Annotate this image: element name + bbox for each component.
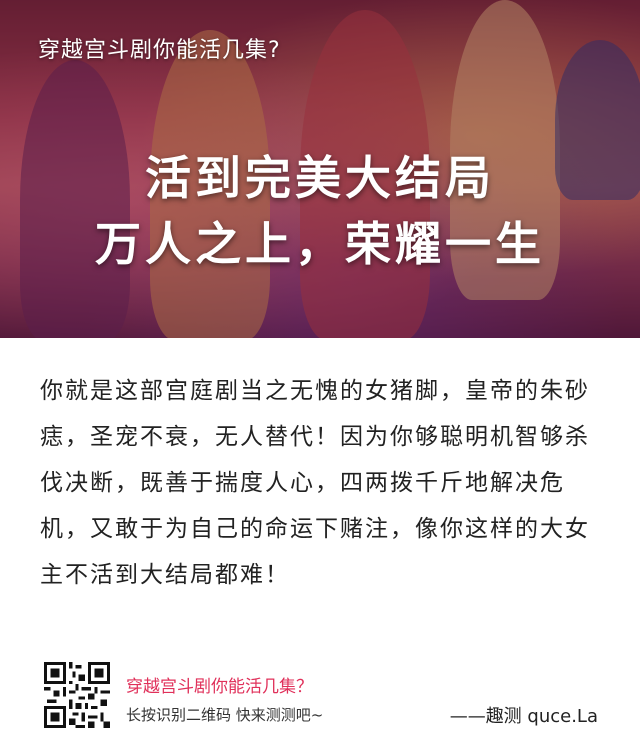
footer: 穿越宫斗剧你能活几集？ 长按识别二维码 快来测测吧~ ——趣测 quce.La <box>0 660 640 740</box>
hero-title-line2: 万人之上，荣耀一生 <box>95 217 545 271</box>
footer-subtitle: 长按识别二维码 快来测测吧~ <box>126 706 324 724</box>
hero-question: 穿越宫斗剧你能活几集? <box>38 38 281 63</box>
result-description: 你就是这部宫庭剧当之无愧的女猪脚，皇帝的朱砂痣，圣宠不衰，无人替代！因为你够聪明… <box>40 378 590 588</box>
footer-title: 穿越宫斗剧你能活几集？ <box>126 677 313 697</box>
hero-banner: 穿越宫斗剧你能活几集? 活到完美大结局 万人之上，荣耀一生 <box>0 0 640 338</box>
footer-brand[interactable]: ——趣测 quce.La <box>450 702 598 728</box>
qr-code-icon[interactable] <box>44 662 110 728</box>
hero-title-line1: 活到完美大结局 <box>145 151 495 205</box>
